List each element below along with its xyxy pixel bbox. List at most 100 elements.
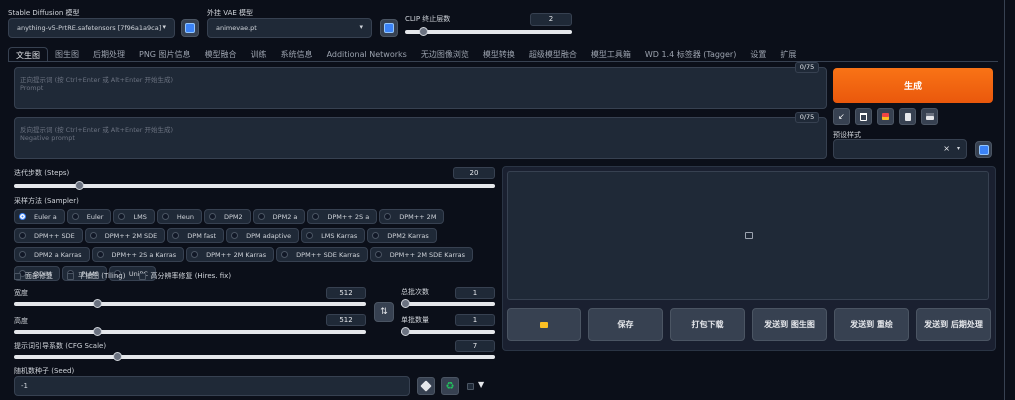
- refresh-icon: [384, 23, 394, 33]
- option-checkbox[interactable]: 高分辨率修复 (Hires. fix): [139, 271, 231, 281]
- sampler-option[interactable]: LMS Karras: [301, 228, 366, 243]
- sampler-option[interactable]: Euler: [66, 209, 112, 224]
- sampler-option[interactable]: DPM++ 2S a Karras: [91, 247, 185, 262]
- sampler-option[interactable]: DPM2 Karras: [367, 228, 437, 243]
- tab-12[interactable]: WD 1.4 标签器 (Tagger): [638, 47, 744, 62]
- styles-select[interactable]: × ▾: [833, 139, 967, 159]
- action-button-1[interactable]: 打包下载: [670, 308, 745, 341]
- tab-13[interactable]: 设置: [743, 47, 773, 62]
- generate-button[interactable]: 生成: [833, 68, 993, 103]
- sampler-option[interactable]: DPM++ 2M SDE Karras: [369, 247, 474, 262]
- sampler-option[interactable]: DPM2 a: [252, 209, 306, 224]
- clear-icon[interactable]: ×: [943, 144, 950, 153]
- gallery-area[interactable]: [507, 171, 989, 300]
- save-style-button[interactable]: [921, 108, 938, 125]
- checkbox-label: 平铺图 (Tiling): [78, 272, 126, 280]
- batch-size-slider-thumb[interactable]: [401, 327, 410, 336]
- steps-slider[interactable]: [14, 181, 495, 190]
- action-button-0[interactable]: 保存: [588, 308, 663, 341]
- sampler-option[interactable]: Heun: [156, 209, 202, 224]
- refresh-styles-button[interactable]: [975, 141, 992, 158]
- batch-count-slider[interactable]: [401, 299, 495, 308]
- trash-icon: [860, 112, 867, 121]
- batch-count-slider-thumb[interactable]: [401, 299, 410, 308]
- sampler-option[interactable]: DPM++ 2S a: [307, 209, 378, 224]
- negative-prompt-input[interactable]: 反向提示词 (按 Ctrl+Enter 或 Alt+Enter 开始生成) Ne…: [14, 117, 827, 159]
- vae-label: 外挂 VAE 模型: [207, 9, 254, 17]
- sampler-option[interactable]: DPM++ SDE: [14, 228, 83, 243]
- tab-11[interactable]: 模型工具箱: [584, 47, 638, 62]
- sampler-option[interactable]: Euler a: [14, 209, 65, 224]
- prompt-input[interactable]: 正向提示词 (按 Ctrl+Enter 或 Alt+Enter 开始生成) Pr…: [14, 67, 827, 109]
- clear-prompt-button[interactable]: [855, 108, 872, 125]
- tab-5[interactable]: 训练: [244, 47, 274, 62]
- apply-style-button[interactable]: [899, 108, 916, 125]
- batch-size-input[interactable]: 1: [455, 314, 495, 326]
- radio-icon: [19, 232, 26, 239]
- tab-4[interactable]: 模型融合: [198, 47, 244, 62]
- tab-8[interactable]: 无边图像浏览: [414, 47, 476, 62]
- sampler-option[interactable]: DPM adaptive: [226, 228, 300, 243]
- radio-icon: [384, 213, 392, 220]
- refresh-model-button[interactable]: [181, 19, 199, 37]
- vae-select[interactable]: animevae.pt ▾: [207, 18, 372, 38]
- width-input[interactable]: 512: [326, 287, 366, 299]
- tab-10[interactable]: 超级模型融合: [522, 47, 584, 62]
- steps-slider-thumb[interactable]: [75, 181, 84, 190]
- option-checkbox[interactable]: 平铺图 (Tiling): [67, 271, 125, 281]
- extra-seed-checkbox[interactable]: [467, 383, 474, 390]
- folder-icon: [540, 321, 548, 328]
- tab-1[interactable]: 图生图: [48, 47, 86, 62]
- sampler-option[interactable]: DPM++ 2M Karras: [186, 247, 275, 262]
- cfg-input[interactable]: 7: [455, 340, 495, 352]
- tab-2[interactable]: 后期处理: [86, 47, 132, 62]
- reuse-seed-button[interactable]: ♻: [441, 377, 459, 395]
- clip-slider-thumb[interactable]: [419, 27, 428, 36]
- swap-dimensions-button[interactable]: ⇅: [374, 302, 394, 322]
- action-button-2[interactable]: 发送到 图生图: [752, 308, 827, 341]
- refresh-vae-button[interactable]: [380, 19, 398, 37]
- steps-input[interactable]: 20: [453, 167, 495, 179]
- batch-count-input[interactable]: 1: [455, 287, 495, 299]
- batch-size-slider[interactable]: [401, 327, 495, 336]
- sampler-option[interactable]: DPM++ 2M: [379, 209, 445, 224]
- tab-9[interactable]: 模型转换: [476, 47, 522, 62]
- triangle-down-icon[interactable]: ▼: [478, 380, 484, 389]
- clip-slider[interactable]: [405, 27, 572, 36]
- seed-input[interactable]: -1: [14, 376, 410, 396]
- model-select[interactable]: anything-v5-PrtRE.safetensors [7f96a1a9c…: [8, 18, 175, 38]
- read-params-button[interactable]: ↙: [833, 108, 850, 125]
- sampler-option[interactable]: LMS: [113, 209, 155, 224]
- tab-3[interactable]: PNG 图片信息: [132, 47, 198, 62]
- radio-icon: [374, 251, 382, 258]
- sampler-option[interactable]: DPM++ 2M SDE: [84, 228, 166, 243]
- seed-label: 随机数种子 (Seed): [14, 367, 75, 375]
- tab-7[interactable]: Additional Networks: [320, 47, 414, 62]
- random-seed-button[interactable]: [417, 377, 435, 395]
- action-button-4[interactable]: 发送到 后期处理: [916, 308, 991, 341]
- show-extra-networks-button[interactable]: [877, 108, 894, 125]
- vae-value: animevae.pt: [216, 24, 257, 32]
- tab-14[interactable]: 扩展: [773, 47, 803, 62]
- clip-value-input[interactable]: 2: [530, 13, 572, 26]
- action-button-3[interactable]: 发送到 重绘: [834, 308, 909, 341]
- height-slider[interactable]: [14, 327, 366, 336]
- width-slider[interactable]: [14, 299, 366, 308]
- height-input[interactable]: 512: [326, 314, 366, 326]
- cfg-slider[interactable]: [14, 352, 495, 361]
- cfg-slider-thumb[interactable]: [113, 352, 122, 361]
- option-checkbox[interactable]: 面部修复: [14, 271, 53, 281]
- checkbox-label: 高分辨率修复 (Hires. fix): [150, 272, 232, 280]
- sampler-option[interactable]: DPM fast: [167, 228, 225, 243]
- sampler-option[interactable]: DPM++ SDE Karras: [276, 247, 368, 262]
- tab-6[interactable]: 系统信息: [274, 47, 320, 62]
- sampler-option-label: DPM2: [223, 212, 243, 221]
- sampler-option[interactable]: DPM2 a Karras: [14, 247, 90, 262]
- tab-0[interactable]: 文生图: [8, 47, 48, 62]
- height-slider-thumb[interactable]: [93, 327, 102, 336]
- arrow-icon: ↙: [838, 112, 845, 121]
- radio-icon: [96, 251, 104, 258]
- sampler-option[interactable]: DPM2: [203, 209, 251, 224]
- open-folder-button[interactable]: [507, 308, 581, 341]
- width-slider-thumb[interactable]: [93, 299, 102, 308]
